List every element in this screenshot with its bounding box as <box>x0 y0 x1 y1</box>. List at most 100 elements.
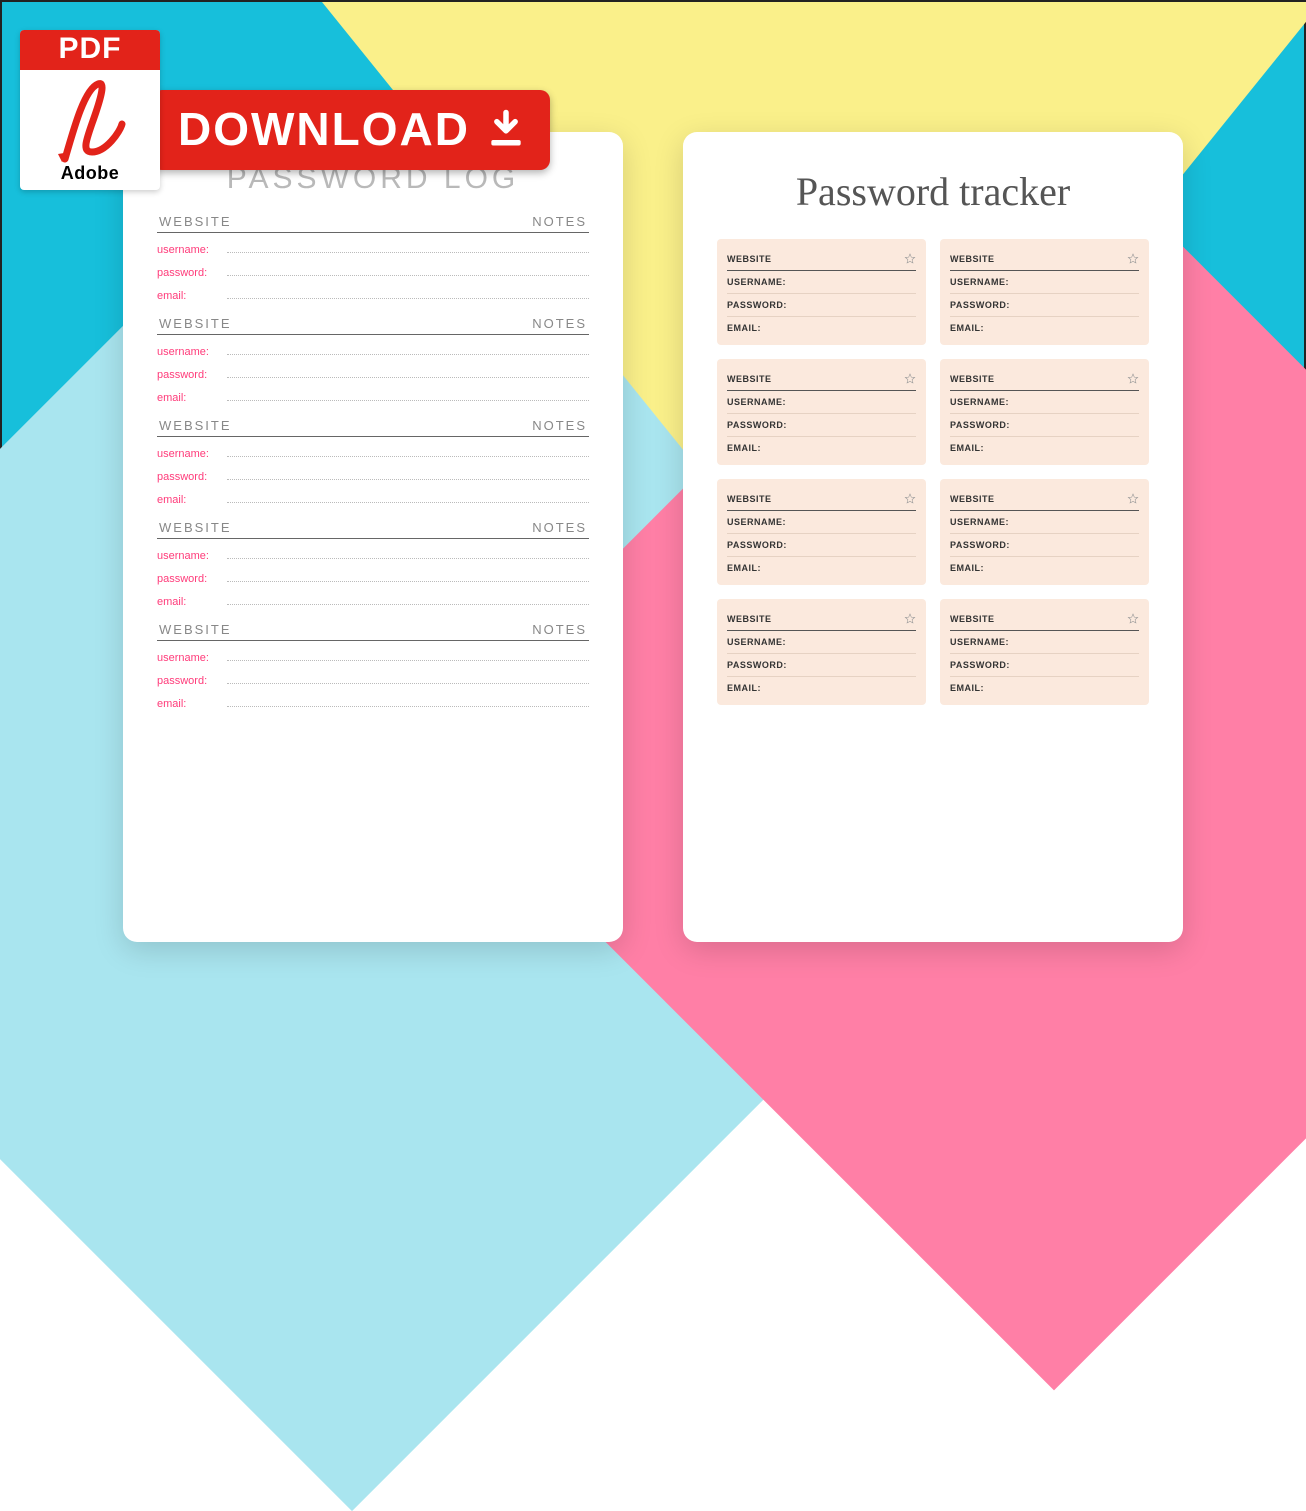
password-label: password: <box>157 573 217 585</box>
download-arrow-icon <box>484 107 528 151</box>
page-title: Password tracker <box>717 168 1149 215</box>
notes-heading: NOTES <box>532 622 587 637</box>
fill-line <box>227 493 589 503</box>
fill-line <box>227 345 589 355</box>
fill-line <box>227 651 589 661</box>
fill-line <box>227 368 589 378</box>
tracker-card: WEBSITE USERNAME: PASSWORD: EMAIL: <box>940 239 1149 345</box>
email-label: EMAIL: <box>950 437 1139 459</box>
fill-line <box>227 549 589 559</box>
tracker-card: WEBSITE USERNAME: PASSWORD: EMAIL: <box>717 239 926 345</box>
website-label: WEBSITE <box>950 614 995 624</box>
card-website-row: WEBSITE <box>727 487 916 511</box>
log-entry: WEBSITE NOTES username: password: email: <box>157 312 589 404</box>
notes-heading: NOTES <box>532 418 587 433</box>
star-icon <box>904 493 916 505</box>
website-label: WEBSITE <box>727 374 772 384</box>
log-header: WEBSITE NOTES <box>157 414 589 437</box>
star-icon <box>904 373 916 385</box>
password-label: password: <box>157 369 217 381</box>
password-label: PASSWORD: <box>950 654 1139 677</box>
star-icon <box>904 613 916 625</box>
username-label: USERNAME: <box>727 631 916 654</box>
notes-heading: NOTES <box>532 214 587 229</box>
log-header: WEBSITE NOTES <box>157 618 589 641</box>
email-label: email: <box>157 392 217 404</box>
username-label: username: <box>157 550 217 562</box>
notes-heading: NOTES <box>532 520 587 535</box>
tracker-card: WEBSITE USERNAME: PASSWORD: EMAIL: <box>717 359 926 465</box>
website-label: WEBSITE <box>727 254 772 264</box>
download-label: DOWNLOAD <box>178 102 470 156</box>
username-label: username: <box>157 244 217 256</box>
website-heading: WEBSITE <box>159 622 232 637</box>
fill-line <box>227 243 589 253</box>
fill-line <box>227 289 589 299</box>
fill-line <box>227 674 589 684</box>
password-label: PASSWORD: <box>727 534 916 557</box>
password-label: PASSWORD: <box>727 654 916 677</box>
pdf-badge: PDF Adobe <box>20 30 160 190</box>
pdf-icon: PDF Adobe <box>20 30 160 190</box>
notes-heading: NOTES <box>532 316 587 331</box>
fill-line <box>227 447 589 457</box>
password-label: password: <box>157 675 217 687</box>
tracker-card: WEBSITE USERNAME: PASSWORD: EMAIL: <box>940 359 1149 465</box>
username-label: USERNAME: <box>950 511 1139 534</box>
log-entry: WEBSITE NOTES username: password: email: <box>157 516 589 608</box>
fill-line <box>227 572 589 582</box>
star-icon <box>1127 493 1139 505</box>
fill-line <box>227 266 589 276</box>
website-heading: WEBSITE <box>159 316 232 331</box>
card-website-row: WEBSITE <box>950 487 1139 511</box>
username-label: USERNAME: <box>950 631 1139 654</box>
email-label: EMAIL: <box>950 677 1139 699</box>
password-label: PASSWORD: <box>950 414 1139 437</box>
username-label: USERNAME: <box>950 271 1139 294</box>
website-label: WEBSITE <box>950 374 995 384</box>
password-label: PASSWORD: <box>950 534 1139 557</box>
email-label: EMAIL: <box>950 317 1139 339</box>
password-label: password: <box>157 471 217 483</box>
log-header: WEBSITE NOTES <box>157 516 589 539</box>
star-icon <box>1127 373 1139 385</box>
email-label: EMAIL: <box>727 437 916 459</box>
tracker-card: WEBSITE USERNAME: PASSWORD: EMAIL: <box>940 599 1149 705</box>
email-label: EMAIL: <box>727 677 916 699</box>
website-label: WEBSITE <box>950 254 995 264</box>
password-log-page: PASSWORD LOG WEBSITE NOTES username: pas… <box>123 132 623 942</box>
website-label: WEBSITE <box>727 614 772 624</box>
star-icon <box>1127 253 1139 265</box>
website-heading: WEBSITE <box>159 214 232 229</box>
download-button[interactable]: DOWNLOAD <box>152 90 550 170</box>
email-label: email: <box>157 494 217 506</box>
fill-line <box>227 391 589 401</box>
username-label: username: <box>157 346 217 358</box>
log-header: WEBSITE NOTES <box>157 312 589 335</box>
email-label: EMAIL: <box>727 557 916 579</box>
card-website-row: WEBSITE <box>727 367 916 391</box>
tracker-card: WEBSITE USERNAME: PASSWORD: EMAIL: <box>717 599 926 705</box>
website-heading: WEBSITE <box>159 418 232 433</box>
password-label: password: <box>157 267 217 279</box>
email-label: email: <box>157 596 217 608</box>
username-label: username: <box>157 652 217 664</box>
website-heading: WEBSITE <box>159 520 232 535</box>
email-label: EMAIL: <box>950 557 1139 579</box>
log-entry: WEBSITE NOTES username: password: email: <box>157 618 589 710</box>
username-label: username: <box>157 448 217 460</box>
card-website-row: WEBSITE <box>727 247 916 271</box>
log-entry: WEBSITE NOTES username: password: email: <box>157 414 589 506</box>
adobe-swirl-icon <box>50 74 130 164</box>
fill-line <box>227 697 589 707</box>
log-entry: WEBSITE NOTES username: password: email: <box>157 210 589 302</box>
card-website-row: WEBSITE <box>950 367 1139 391</box>
star-icon <box>1127 613 1139 625</box>
fill-line <box>227 595 589 605</box>
password-label: PASSWORD: <box>950 294 1139 317</box>
password-label: PASSWORD: <box>727 294 916 317</box>
password-label: PASSWORD: <box>727 414 916 437</box>
card-website-row: WEBSITE <box>950 247 1139 271</box>
star-icon <box>904 253 916 265</box>
username-label: USERNAME: <box>950 391 1139 414</box>
